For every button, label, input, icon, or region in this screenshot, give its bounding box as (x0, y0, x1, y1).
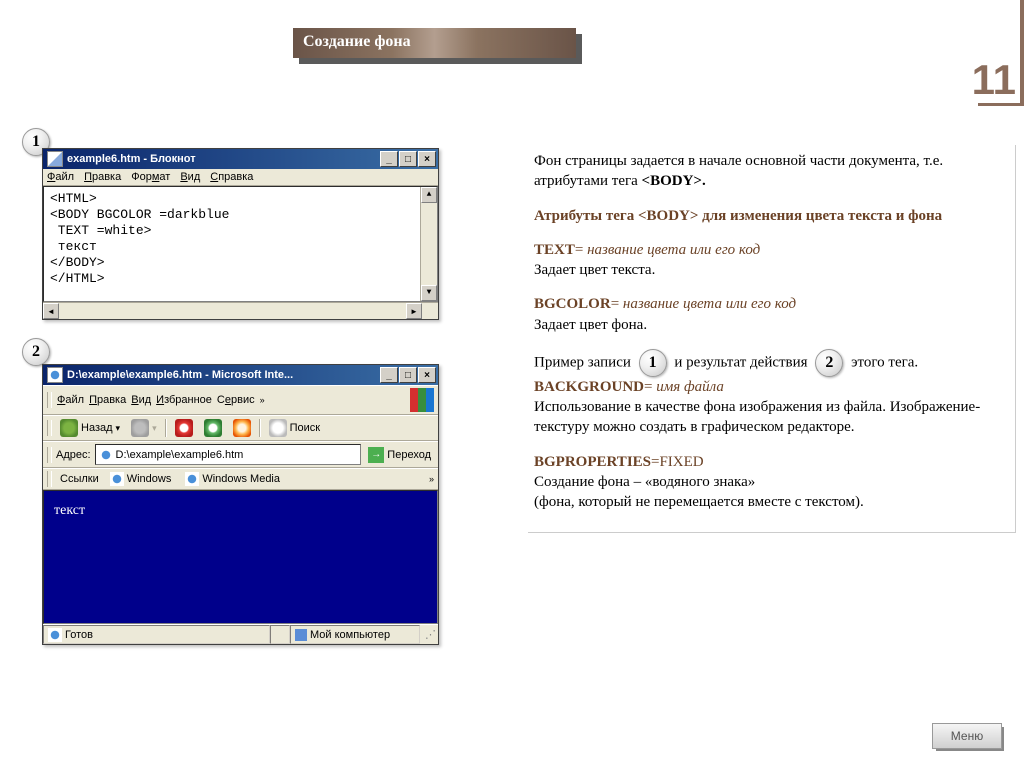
inline-badge-2: 2 (815, 349, 843, 377)
computer-icon (295, 629, 307, 641)
browser-title: D:\example\example6.htm - Microsoft Inte… (67, 369, 380, 381)
minimize-button[interactable]: _ (380, 151, 398, 167)
windows-flag-icon (410, 388, 434, 412)
close-button[interactable]: × (418, 151, 436, 167)
browser-titlebar[interactable]: D:\example\example6.htm - Microsoft Inte… (43, 365, 438, 385)
links-label: Ссылки (60, 473, 99, 485)
menu-view[interactable]: Вид (131, 394, 151, 406)
notepad-icon (47, 151, 63, 167)
links-bar: Ссылки Windows Windows Media » (43, 468, 438, 490)
notepad-title: example6.htm - Блокнот (67, 153, 380, 165)
page-icon (99, 448, 113, 462)
menu-tools[interactable]: Сервис (217, 394, 255, 406)
menu-file[interactable]: Файл (47, 171, 74, 183)
menu-format[interactable]: Формат (131, 171, 170, 183)
notepad-code: <HTML> <BODY BGCOLOR =darkblue TEXT =whi… (50, 191, 229, 286)
page-text: текст (54, 503, 85, 518)
menu-file[interactable]: Файл (57, 394, 84, 406)
menu-view[interactable]: Вид (180, 171, 200, 183)
page-decor-vertical (1020, 0, 1024, 103)
status-icon (48, 628, 62, 642)
link-windows-media[interactable]: Windows Media (182, 471, 283, 487)
notepad-menubar: Файл Правка Формат Вид Справка (43, 169, 438, 186)
status-bar: Готов Мой компьютер ⋰ (43, 624, 438, 644)
refresh-button[interactable] (201, 418, 225, 438)
slide-title: Создание фона (293, 28, 576, 58)
menu-overflow[interactable]: » (260, 395, 265, 405)
address-value: D:\example\example6.htm (116, 449, 244, 461)
address-input[interactable]: D:\example\example6.htm (95, 444, 362, 465)
links-overflow[interactable]: » (429, 474, 434, 484)
resize-grip[interactable]: ⋰ (420, 628, 438, 641)
menu-edit[interactable]: Правка (84, 171, 121, 183)
ie-icon (47, 367, 63, 383)
menu-favorites[interactable]: Избранное (156, 394, 212, 406)
page-number: 11 (972, 56, 1016, 104)
close-button[interactable]: × (418, 367, 436, 383)
notepad-window: example6.htm - Блокнот _ □ × Файл Правка… (42, 148, 439, 320)
notepad-titlebar[interactable]: example6.htm - Блокнот _ □ × (43, 149, 438, 169)
content-text: Фон страницы задается в начале основной … (528, 145, 1016, 533)
search-button[interactable]: Поиск (266, 418, 323, 438)
back-button[interactable]: Назад▾ (57, 418, 123, 438)
inline-badge-1: 1 (639, 349, 667, 377)
menu-edit[interactable]: Правка (89, 394, 126, 406)
browser-window: D:\example\example6.htm - Microsoft Inte… (42, 364, 439, 645)
forward-button[interactable]: ▾ (128, 418, 160, 438)
browser-menubar: Файл Правка Вид Избранное Сервис » (43, 385, 438, 415)
link-windows[interactable]: Windows (107, 471, 175, 487)
address-bar: Адрес: D:\example\example6.htm →Переход (43, 441, 438, 468)
go-button[interactable]: →Переход (365, 446, 434, 464)
maximize-button[interactable]: □ (399, 151, 417, 167)
maximize-button[interactable]: □ (399, 367, 417, 383)
home-button[interactable] (230, 418, 254, 438)
status-text: Готов (65, 629, 93, 641)
browser-viewport: текст (43, 490, 438, 624)
notepad-textarea[interactable]: <HTML> <BODY BGCOLOR =darkblue TEXT =whi… (43, 186, 438, 302)
address-label: Адрес: (56, 449, 91, 461)
status-zone: Мой компьютер (310, 629, 390, 641)
minimize-button[interactable]: _ (380, 367, 398, 383)
vertical-scrollbar[interactable]: ▲▼ (420, 187, 437, 301)
menu-button[interactable]: Меню (932, 723, 1002, 749)
browser-toolbar: Назад▾ ▾ Поиск (43, 415, 438, 441)
stop-button[interactable] (172, 418, 196, 438)
step-badge-2: 2 (22, 338, 50, 366)
menu-help[interactable]: Справка (210, 171, 253, 183)
slide-title-banner: Создание фона (293, 28, 576, 58)
horizontal-scrollbar[interactable]: ◄► (43, 302, 438, 319)
